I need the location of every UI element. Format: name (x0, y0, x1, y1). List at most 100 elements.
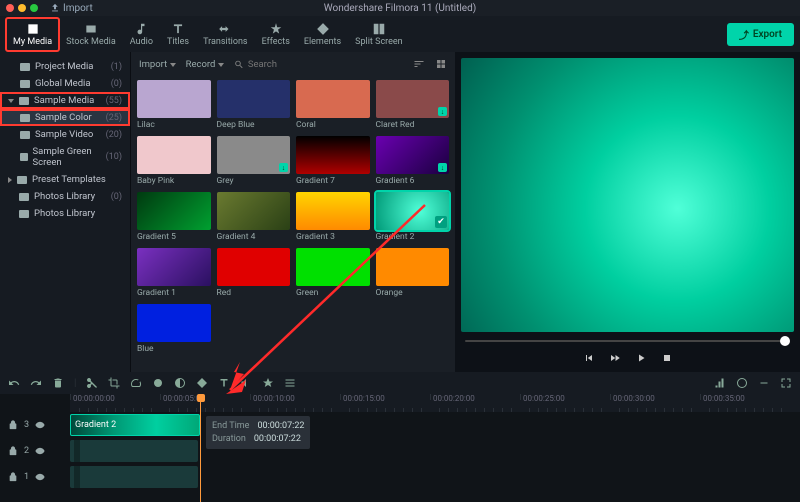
tab-audio[interactable]: Audio (123, 18, 160, 51)
render-icon[interactable] (736, 377, 748, 389)
color-swatch-gradient-1[interactable]: Gradient 1 (137, 248, 211, 298)
import-menu[interactable]: Import (50, 3, 93, 14)
sidebar-item-sample-media[interactable]: Sample Media(55) (0, 92, 130, 109)
lock-icon[interactable] (8, 420, 18, 430)
download-icon[interactable] (438, 163, 447, 172)
color-swatch-red[interactable]: Red (217, 248, 291, 298)
max-dot[interactable] (30, 4, 38, 12)
timeline-ruler[interactable]: 00:00:00:0000:00:05:0000:00:10:0000:00:1… (70, 394, 800, 412)
search-field[interactable] (234, 59, 403, 70)
color-swatch-coral[interactable]: Coral (296, 80, 370, 130)
min-dot[interactable] (18, 4, 26, 12)
color-swatch-blue[interactable]: Blue (137, 304, 211, 354)
timeline[interactable]: 00:00:00:0000:00:05:0000:00:10:0000:00:1… (0, 394, 800, 502)
folder-icon (19, 97, 29, 105)
tab-titles[interactable]: Titles (160, 18, 196, 51)
folder-icon (20, 114, 30, 122)
track-head-1[interactable]: 1 (0, 472, 70, 482)
tab-transitions[interactable]: Transitions (196, 18, 255, 51)
delete-icon[interactable] (52, 377, 64, 389)
grid-view-icon[interactable] (435, 58, 447, 70)
keyframe-icon[interactable] (196, 377, 208, 389)
swatch-label: Claret Red (376, 120, 450, 130)
preview-scrubber[interactable] (465, 338, 790, 344)
step-back-icon[interactable] (609, 352, 621, 364)
color-swatch-gradient-6[interactable]: Gradient 6 (376, 136, 450, 186)
color-swatch-green[interactable]: Green (296, 248, 370, 298)
timeline-clip-gradient2[interactable]: Gradient 2 (70, 414, 200, 436)
track-icon[interactable] (284, 377, 296, 389)
color-swatch-orange[interactable]: Orange (376, 248, 450, 298)
tab-effects[interactable]: Effects (255, 18, 297, 51)
tab-stock-media[interactable]: Stock Media (59, 18, 123, 51)
track-head-3[interactable]: 3 (0, 420, 70, 430)
color-swatch-gradient-2[interactable]: Gradient 2 (376, 192, 450, 242)
download-icon[interactable] (438, 107, 447, 116)
swatch-label: Deep Blue (217, 120, 291, 130)
timeline-clip-video-2[interactable] (70, 440, 198, 462)
color-swatch-lilac[interactable]: Lilac (137, 80, 211, 130)
swatch-label: Lilac (137, 120, 211, 130)
color-swatch-grey[interactable]: Grey (217, 136, 291, 186)
zoom-fit-icon[interactable] (780, 377, 792, 389)
download-icon[interactable] (279, 163, 288, 172)
close-dot[interactable] (6, 4, 14, 12)
ruler-tick: 00:00:35:00 (700, 394, 745, 400)
mask-icon[interactable] (174, 377, 186, 389)
import-dropdown[interactable]: Import (139, 59, 176, 70)
color-swatch-gradient-7[interactable]: Gradient 7 (296, 136, 370, 186)
swatch-label: Baby Pink (137, 176, 211, 186)
sidebar-item-sample-green-screen[interactable]: Sample Green Screen(10) (0, 143, 130, 171)
color-swatch-deep-blue[interactable]: Deep Blue (217, 80, 291, 130)
eye-icon[interactable] (35, 446, 45, 456)
lock-icon[interactable] (8, 446, 18, 456)
color-swatch-gradient-3[interactable]: Gradient 3 (296, 192, 370, 242)
play-icon[interactable] (635, 352, 647, 364)
crop-icon[interactable] (108, 377, 120, 389)
tab-split-screen[interactable]: Split Screen (348, 18, 410, 51)
color-swatch-claret-red[interactable]: Claret Red (376, 80, 450, 130)
tab-my-media[interactable]: My Media (6, 18, 59, 51)
tab-elements[interactable]: Elements (297, 18, 348, 51)
timeline-clip-video-1[interactable] (70, 466, 198, 488)
text-icon[interactable] (218, 377, 230, 389)
zoom-slider-icon[interactable] (758, 377, 770, 389)
export-label: Export (753, 29, 782, 40)
preview-canvas[interactable] (461, 58, 794, 332)
folder-icon (19, 210, 29, 218)
color-swatch-gradient-4[interactable]: Gradient 4 (217, 192, 291, 242)
prev-frame-icon[interactable] (583, 352, 595, 364)
audio-icon[interactable] (240, 377, 252, 389)
speed-icon[interactable] (130, 377, 142, 389)
sidebar-item-photos-library[interactable]: Photos Library(0) (0, 188, 130, 205)
color-icon[interactable] (152, 377, 164, 389)
undo-icon[interactable] (8, 377, 20, 389)
window-controls[interactable] (6, 4, 38, 12)
eye-icon[interactable] (35, 472, 45, 482)
color-swatch-gradient-5[interactable]: Gradient 5 (137, 192, 211, 242)
swatch-label: Grey (217, 176, 291, 186)
eye-icon[interactable] (35, 420, 45, 430)
export-button[interactable]: Export (727, 23, 794, 46)
split-icon[interactable] (86, 377, 98, 389)
stop-icon[interactable] (661, 352, 673, 364)
sidebar-item-global-media[interactable]: Global Media(0) (0, 75, 130, 92)
search-icon (234, 59, 244, 70)
sidebar-item-sample-video[interactable]: Sample Video(20) (0, 126, 130, 143)
color-swatch-baby-pink[interactable]: Baby Pink (137, 136, 211, 186)
redo-icon[interactable] (30, 377, 42, 389)
sidebar-item-photos-library[interactable]: Photos Library (0, 205, 130, 222)
lock-icon[interactable] (8, 472, 18, 482)
playhead[interactable] (200, 394, 201, 502)
sort-icon[interactable] (413, 58, 425, 70)
track-head-2[interactable]: 2 (0, 446, 70, 456)
import-menu-label: Import (63, 3, 93, 14)
ruler-tick: 00:00:15:00 (340, 394, 385, 400)
sidebar-item-project-media[interactable]: Project Media(1) (0, 58, 130, 75)
mixer-icon[interactable] (714, 377, 726, 389)
search-input[interactable] (248, 59, 403, 70)
record-dropdown[interactable]: Record (186, 59, 224, 70)
sidebar-item-preset-templates[interactable]: Preset Templates (0, 171, 130, 188)
marker-icon[interactable] (262, 377, 274, 389)
sidebar-item-sample-color[interactable]: Sample Color(25) (0, 109, 130, 126)
